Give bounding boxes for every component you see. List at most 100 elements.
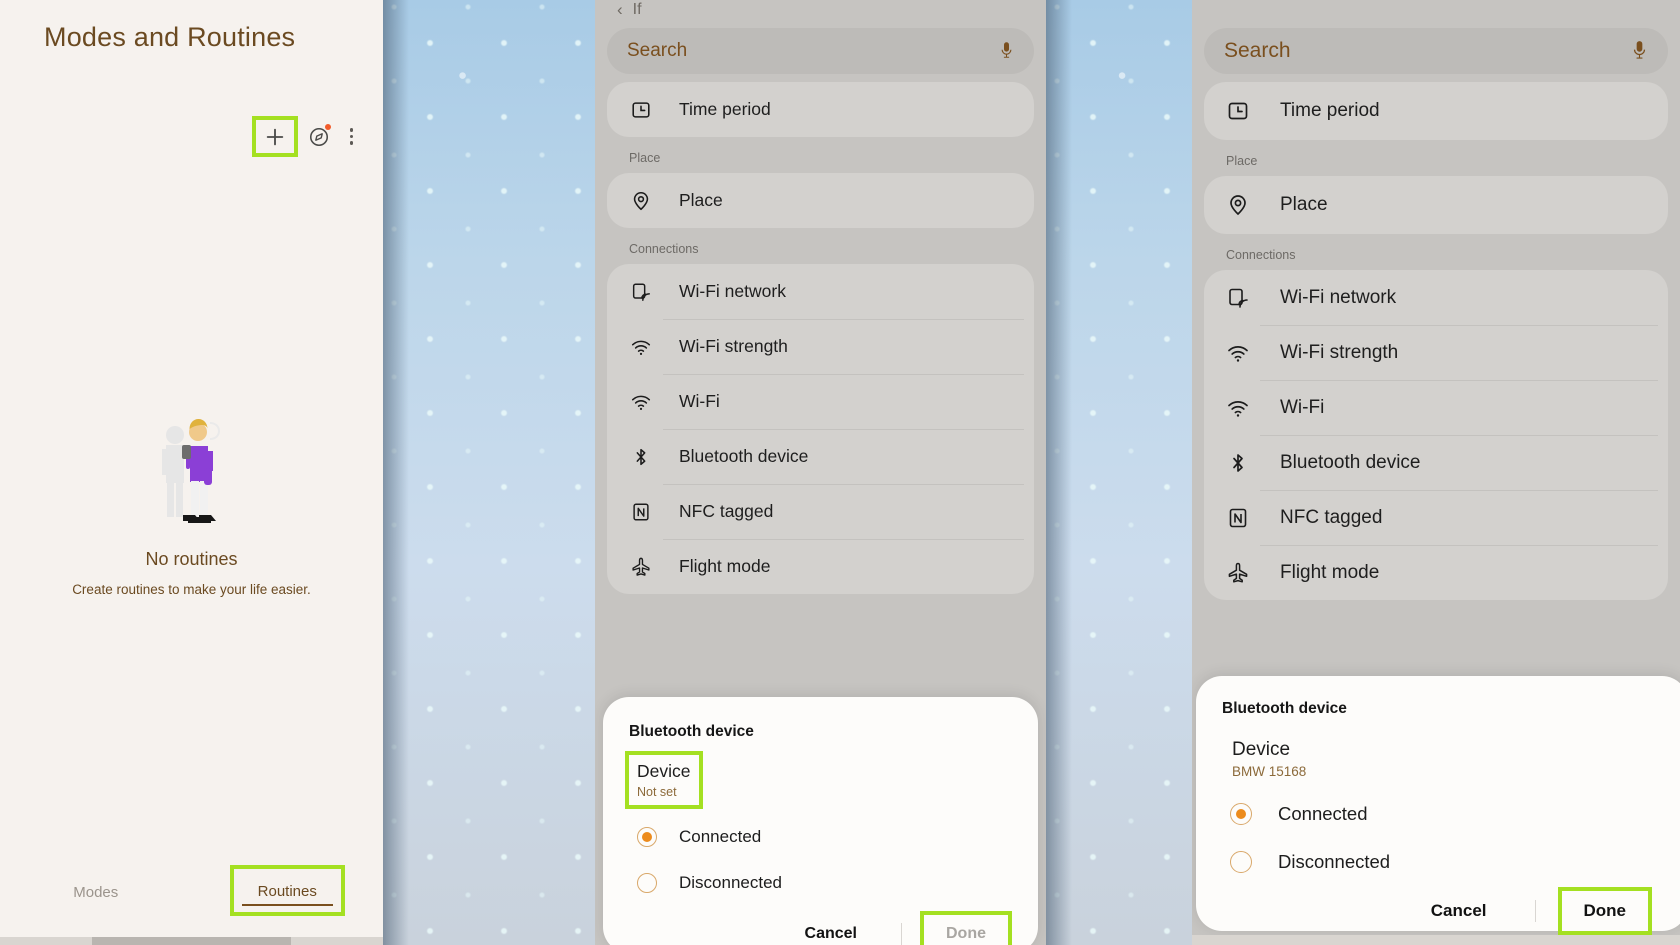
list-item[interactable]: Wi-Fi strength <box>607 319 1034 374</box>
tab-routines-box: Routines <box>234 869 341 912</box>
list-item[interactable]: Wi-Fi strength <box>1204 325 1668 380</box>
device-selector[interactable]: Device BMW 15168 <box>1224 732 1314 785</box>
list-item[interactable]: Bluetooth device <box>607 429 1034 484</box>
list-item[interactable]: Wi-Fi network <box>607 264 1034 319</box>
radio-label: Connected <box>1278 803 1368 824</box>
list-item[interactable]: Bluetooth device <box>1204 435 1668 490</box>
page-title: Modes and Routines <box>44 22 296 52</box>
list-item-label: NFC tagged <box>679 501 774 521</box>
list-item[interactable]: Wi-Fi <box>1204 380 1668 435</box>
list-item[interactable]: Flight mode <box>607 539 1034 594</box>
device-label: Device <box>1232 739 1291 761</box>
list-item[interactable]: Wi-Fi <box>607 374 1034 429</box>
panel-modes-and-routines: Modes and Routines No routines Create ro… <box>0 0 383 945</box>
section-header-place: Place <box>629 151 661 165</box>
connections-card: Wi-Fi network Wi-Fi strength Wi-Fi Bluet… <box>1204 270 1668 600</box>
nfc-icon <box>1226 506 1250 530</box>
time-card: Time period <box>607 82 1034 137</box>
panel-trigger-picker-after: Search Time period Place Place Connectio… <box>1192 0 1680 945</box>
list-item[interactable]: NFC tagged <box>607 484 1034 539</box>
tab-modes-label: Modes <box>73 883 119 901</box>
nav-gesture-bar <box>1192 935 1680 945</box>
list-item-label: Flight mode <box>1280 561 1380 583</box>
panel2-topbar-title: If <box>632 1 642 18</box>
list-item[interactable]: Place <box>1204 176 1668 234</box>
kebab-dot <box>349 134 353 139</box>
list-item-label: Bluetooth device <box>679 446 809 466</box>
wallpaper-shade <box>1046 0 1072 945</box>
place-card: Place <box>607 173 1034 228</box>
radio-option-disconnected[interactable]: Disconnected <box>629 873 1012 893</box>
dialog-actions: Cancel Done <box>629 911 1012 945</box>
list-item[interactable]: Flight mode <box>1204 545 1668 600</box>
list-item-label: Bluetooth device <box>1280 451 1421 473</box>
trigger-list: Time period Place Place Connections Wi-F… <box>1204 82 1668 600</box>
list-item[interactable]: Time period <box>607 82 1034 137</box>
radio-option-connected[interactable]: Connected <box>1222 803 1662 825</box>
list-item[interactable]: Wi-Fi network <box>1204 270 1668 325</box>
screenshot-stage: Modes and Routines No routines Create ro… <box>0 0 1680 945</box>
list-item-label: Time period <box>1280 100 1380 121</box>
bluetooth-device-dialog: Bluetooth device Device Not set Connecte… <box>603 697 1038 945</box>
section-header-place: Place <box>1226 154 1258 168</box>
discover-button[interactable] <box>308 123 331 148</box>
radio-label: Disconnected <box>1278 851 1391 872</box>
bluetooth-icon <box>1226 451 1250 475</box>
list-item[interactable]: Time period <box>1204 82 1668 140</box>
flight-mode-icon <box>1226 561 1250 585</box>
tab-modes[interactable]: Modes <box>0 870 192 911</box>
cancel-button[interactable]: Cancel <box>783 915 879 945</box>
device-value: BMW 15168 <box>1232 764 1307 779</box>
dialog-actions: Cancel Done <box>1222 887 1662 935</box>
wifi-strength-icon <box>1226 341 1250 365</box>
kebab-dot <box>349 141 353 145</box>
radio-icon[interactable] <box>1230 803 1252 825</box>
search-input[interactable]: Search <box>1224 39 1291 63</box>
search-bar[interactable]: Search <box>607 28 1034 74</box>
search-bar[interactable]: Search <box>1204 28 1668 74</box>
cancel-button[interactable]: Cancel <box>1409 891 1509 931</box>
section-header-connections: Connections <box>1226 248 1296 262</box>
list-item-label: Place <box>1280 194 1328 215</box>
radio-option-connected[interactable]: Connected <box>629 827 1012 847</box>
clock-icon <box>629 98 653 122</box>
connections-card: Wi-Fi network Wi-Fi strength Wi-Fi Bluet… <box>607 264 1034 594</box>
header-actions <box>256 120 360 153</box>
list-item-label: Wi-Fi <box>1280 396 1325 418</box>
empty-state: No routines Create routines to make your… <box>0 415 383 597</box>
add-routine-button[interactable] <box>256 120 294 153</box>
list-item-label: NFC tagged <box>1280 506 1383 528</box>
plus-icon <box>266 128 283 145</box>
flight-mode-icon <box>629 555 653 579</box>
bluetooth-icon <box>629 445 653 469</box>
radio-option-disconnected[interactable]: Disconnected <box>1222 851 1662 873</box>
tab-routines[interactable]: Routines <box>192 869 384 912</box>
done-button[interactable]: Done <box>1557 887 1652 935</box>
mic-icon[interactable] <box>999 40 1014 62</box>
wifi-network-icon <box>629 280 653 304</box>
radio-icon[interactable] <box>637 873 657 893</box>
device-selector[interactable]: Device Not set <box>625 751 703 809</box>
search-input[interactable]: Search <box>627 40 687 62</box>
radio-icon[interactable] <box>637 827 657 847</box>
wifi-icon <box>629 390 653 414</box>
panel2-topbar: ‹ If <box>595 0 1046 20</box>
more-options-button[interactable] <box>344 124 360 149</box>
device-value: Not set <box>637 785 677 799</box>
location-pin-icon <box>629 189 653 213</box>
back-icon[interactable]: ‹ <box>617 0 623 20</box>
time-card: Time period <box>1204 82 1668 140</box>
list-item[interactable]: Place <box>607 173 1034 228</box>
tab-routines-label: Routines <box>241 875 333 906</box>
notification-badge-dot <box>324 123 331 130</box>
mic-icon[interactable] <box>1631 39 1648 63</box>
device-label: Device <box>637 761 691 782</box>
list-item-label: Place <box>679 190 723 210</box>
list-item[interactable]: NFC tagged <box>1204 490 1668 545</box>
action-divider <box>1534 900 1536 922</box>
list-item-label: Wi-Fi <box>679 391 720 411</box>
clock-icon <box>1226 99 1250 123</box>
radio-icon[interactable] <box>1230 851 1252 873</box>
list-item-label: Wi-Fi network <box>679 281 786 301</box>
done-button[interactable]: Done <box>920 911 1012 945</box>
